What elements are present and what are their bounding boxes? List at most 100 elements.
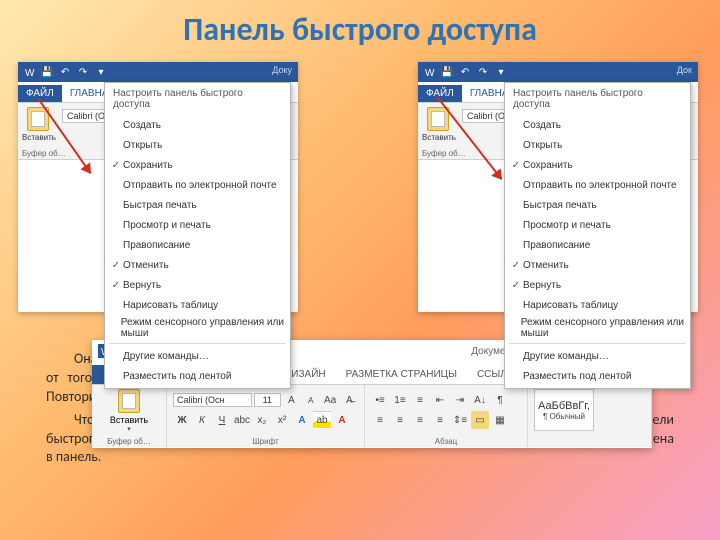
menu-item-label: Разместить под лентой — [523, 371, 631, 382]
menu-item-save[interactable]: ✓Сохранить — [105, 155, 290, 175]
word-window-right: W 💾 ↶ ↷ ▾ Док ФАЙЛ ГЛАВНАЯ Вставить Cali… — [418, 62, 698, 312]
sort-icon[interactable]: A↓ — [471, 391, 489, 409]
bold-button[interactable]: Ж — [173, 411, 191, 429]
menu-item-touchmode[interactable]: Режим сенсорного управления или мыши — [505, 315, 690, 341]
text-effects-icon[interactable]: A — [293, 411, 311, 429]
menu-item-showbelow[interactable]: Разместить под лентой — [505, 366, 690, 386]
group-label: Абзац — [365, 437, 527, 446]
bullets-icon[interactable]: •≡ — [371, 391, 389, 409]
menu-item-email[interactable]: Отправить по электронной почте — [505, 175, 690, 195]
multilevel-list-icon[interactable]: ≡ — [411, 391, 429, 409]
menu-item-label: Вернуть — [123, 280, 161, 291]
group-label: Буфер об… — [92, 437, 166, 446]
menu-item-undo[interactable]: ✓Отменить — [105, 255, 290, 275]
save-icon[interactable]: 💾 — [40, 65, 54, 79]
italic-button[interactable]: К — [193, 411, 211, 429]
font-size-combo[interactable]: 11 — [254, 393, 281, 407]
menu-separator — [109, 343, 286, 344]
shrink-font-icon[interactable]: A — [302, 391, 319, 409]
highlight-color-icon[interactable]: ab — [313, 411, 331, 429]
numbering-icon[interactable]: 1≡ — [391, 391, 409, 409]
shading-icon[interactable]: ▭ — [471, 411, 489, 429]
word-icon: W — [22, 65, 36, 79]
style-normal[interactable]: АаБбВвГг, ¶ Обычный — [534, 389, 594, 431]
menu-item-redo[interactable]: ✓Вернуть — [505, 275, 690, 295]
borders-icon[interactable]: ▦ — [491, 411, 509, 429]
menu-item-spelling[interactable]: Правописание — [105, 235, 290, 255]
menu-item-label: Отменить — [123, 260, 169, 271]
customize-qat-dropdown-icon[interactable]: ▾ — [494, 65, 508, 79]
menu-item-redo[interactable]: ✓Вернуть — [105, 275, 290, 295]
menu-item-quickprint[interactable]: Быстрая печать — [105, 195, 290, 215]
menu-item-label: Разместить под лентой — [123, 371, 231, 382]
decrease-indent-icon[interactable]: ⇤ — [431, 391, 449, 409]
menu-item-drawtable[interactable]: Нарисовать таблицу — [105, 295, 290, 315]
undo-icon[interactable]: ↶ — [58, 65, 72, 79]
menu-item-open[interactable]: Открыть — [105, 135, 290, 155]
menu-item-label: Просмотр и печать — [523, 220, 611, 231]
menu-item-printpreview[interactable]: Просмотр и печать — [105, 215, 290, 235]
save-icon[interactable]: 💾 — [440, 65, 454, 79]
strikethrough-button[interactable]: abc — [233, 411, 251, 429]
tab-page-layout[interactable]: РАЗМЕТКА СТРАНИЦЫ — [336, 365, 467, 384]
menu-item-new[interactable]: Создать — [105, 115, 290, 135]
menu-item-undo[interactable]: ✓Отменить — [505, 255, 690, 275]
menu-item-open[interactable]: Открыть — [505, 135, 690, 155]
menu-item-save[interactable]: ✓Сохранить — [505, 155, 690, 175]
menu-item-spelling[interactable]: Правописание — [505, 235, 690, 255]
group-styles: АаБбВвГг, ¶ Обычный — [528, 385, 652, 447]
paste-button[interactable]: Вставить ▾ — [98, 389, 160, 433]
menu-item-label: Режим сенсорного управления или мыши — [521, 317, 684, 339]
clear-formatting-icon[interactable]: A̶ — [341, 391, 358, 409]
align-center-icon[interactable]: ≡ — [391, 411, 409, 429]
subscript-button[interactable]: x₂ — [253, 411, 271, 429]
align-right-icon[interactable]: ≡ — [411, 411, 429, 429]
svg-text:W: W — [25, 68, 35, 79]
font-name-combo[interactable]: Calibri (Осн — [173, 393, 252, 407]
menu-item-label: Сохранить — [123, 160, 173, 171]
menu-item-label: Сохранить — [523, 160, 573, 171]
justify-icon[interactable]: ≡ — [431, 411, 449, 429]
menu-item-email[interactable]: Отправить по электронной почте — [105, 175, 290, 195]
customize-qat-dropdown-icon[interactable]: ▾ — [94, 65, 108, 79]
svg-text:W: W — [425, 68, 435, 79]
align-left-icon[interactable]: ≡ — [371, 411, 389, 429]
font-color-icon[interactable]: A — [333, 411, 351, 429]
menu-item-touchmode[interactable]: Режим сенсорного управления или мыши — [105, 315, 290, 341]
menu-item-label: Отправить по электронной почте — [123, 180, 277, 191]
line-spacing-icon[interactable]: ⇕≡ — [451, 411, 469, 429]
menu-header: Настроить панель быстрого доступа — [105, 85, 290, 115]
menu-item-printpreview[interactable]: Просмотр и печать — [505, 215, 690, 235]
menu-item-showbelow[interactable]: Разместить под лентой — [105, 366, 290, 386]
word-icon: W — [422, 65, 436, 79]
menu-item-new[interactable]: Создать — [505, 115, 690, 135]
superscript-button[interactable]: x² — [273, 411, 291, 429]
paste-label: Вставить — [422, 133, 454, 142]
show-marks-icon[interactable]: ¶ — [491, 391, 509, 409]
menu-item-label: Нарисовать таблицу — [523, 300, 618, 311]
chevron-down-icon: ▾ — [98, 425, 160, 433]
underline-button[interactable]: Ч — [213, 411, 231, 429]
word-window-left: W 💾 ↶ ↷ ▾ Доку ФАЙЛ ГЛАВНАЯ Вставить Cal… — [18, 62, 298, 312]
customize-qat-menu: Настроить панель быстрого доступа Создат… — [504, 82, 691, 389]
menu-item-morecommands[interactable]: Другие команды… — [105, 346, 290, 366]
menu-separator — [509, 343, 686, 344]
group-paragraph: •≡ 1≡ ≡ ⇤ ⇥ A↓ ¶ ≡ ≡ ≡ ≡ ⇕≡ ▭ ▦ Абзац — [365, 385, 528, 447]
menu-item-quickprint[interactable]: Быстрая печать — [505, 195, 690, 215]
grow-font-icon[interactable]: A — [283, 391, 300, 409]
doc-title-hint: Доку — [272, 65, 292, 75]
style-sample-text: АаБбВвГг, — [538, 400, 590, 412]
redo-icon[interactable]: ↷ — [476, 65, 490, 79]
menu-item-morecommands[interactable]: Другие команды… — [505, 346, 690, 366]
undo-icon[interactable]: ↶ — [458, 65, 472, 79]
paste-label: Вставить — [98, 415, 160, 425]
change-case-icon[interactable]: Aa — [321, 391, 338, 409]
increase-indent-icon[interactable]: ⇥ — [451, 391, 469, 409]
group-clipboard-label: Буфер об… — [422, 149, 466, 158]
redo-icon[interactable]: ↷ — [76, 65, 90, 79]
menu-item-label: Правописание — [523, 240, 590, 251]
menu-item-drawtable[interactable]: Нарисовать таблицу — [505, 295, 690, 315]
menu-item-label: Быстрая печать — [123, 200, 197, 211]
quick-access-toolbar: W 💾 ↶ ↷ ▾ Доку — [18, 62, 298, 82]
style-name: ¶ Обычный — [543, 412, 585, 421]
